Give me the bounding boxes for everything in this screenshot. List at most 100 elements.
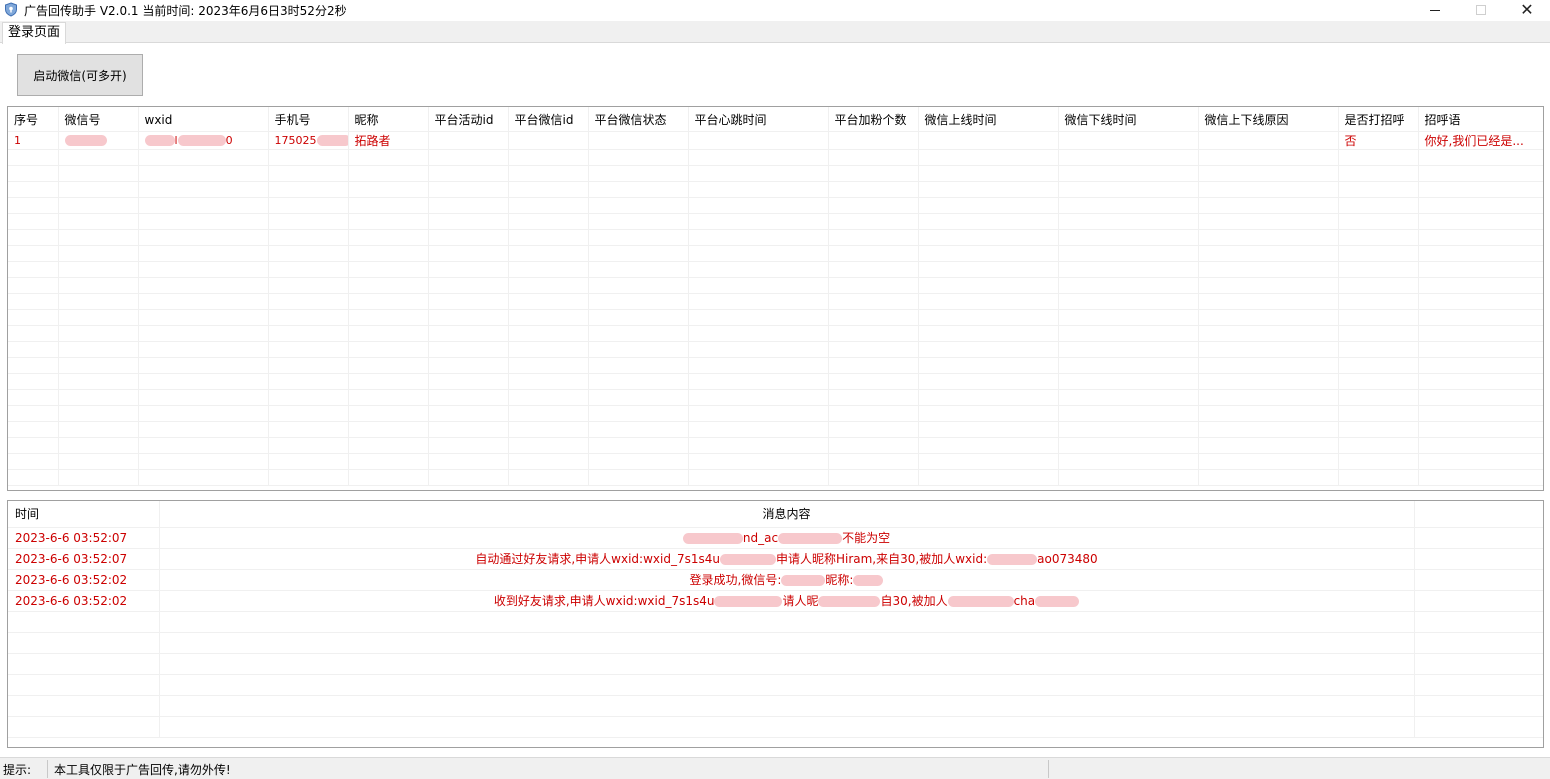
empty-cell xyxy=(918,437,1059,454)
empty-cell xyxy=(348,245,429,262)
column-header[interactable]: 消息内容 xyxy=(159,501,1415,528)
empty-cell xyxy=(508,165,589,182)
empty-row xyxy=(8,373,1543,390)
table-row[interactable]: 1 l0 175025 拓路者 否 你好,我们已经是... xyxy=(8,131,1543,150)
column-header[interactable]: 平台加粉个数 xyxy=(828,107,919,132)
empty-cell xyxy=(348,421,429,438)
empty-cell xyxy=(918,421,1059,438)
empty-cell xyxy=(918,229,1059,246)
launch-wechat-button[interactable]: 启动微信(可多开) xyxy=(17,54,143,96)
empty-cell xyxy=(688,165,829,182)
empty-cell xyxy=(828,165,919,182)
empty-cell xyxy=(428,277,509,294)
empty-cell xyxy=(348,181,429,198)
column-header[interactable]: 手机号 xyxy=(268,107,349,132)
empty-cell xyxy=(688,357,829,374)
empty-cell xyxy=(8,149,59,166)
empty-cell xyxy=(1338,261,1419,278)
message-fragment: 登录成功,微信号: xyxy=(689,573,782,587)
column-header[interactable]: 时间 xyxy=(8,501,160,528)
empty-cell xyxy=(58,453,139,470)
column-header[interactable]: 微信号 xyxy=(58,107,139,132)
table-row[interactable]: 2023-6-6 03:52:07 nd_ac 不能为空 xyxy=(8,527,1543,549)
cell-nickname: 拓路者 xyxy=(348,131,429,150)
log-extra xyxy=(1414,590,1543,612)
empty-cell xyxy=(688,293,829,310)
empty-cell xyxy=(138,437,269,454)
window-title: 广告回传助手 V2.0.1 当前时间: 2023年6月6日3时52分2秒 xyxy=(24,4,347,18)
empty-cell xyxy=(918,389,1059,406)
empty-cell xyxy=(138,389,269,406)
empty-cell xyxy=(1198,213,1339,230)
account-table-panel[interactable]: 序号 微信号 wxid 手机号 昵称 平台活动id 平台微信id 平台微信状态 … xyxy=(7,106,1544,491)
empty-cell xyxy=(1338,357,1419,374)
empty-cell xyxy=(1418,181,1543,198)
empty-cell xyxy=(8,373,59,390)
column-header[interactable]: 微信上线时间 xyxy=(918,107,1059,132)
empty-cell xyxy=(688,325,829,342)
empty-cell xyxy=(8,632,160,654)
empty-cell xyxy=(348,325,429,342)
status-message: 本工具仅限于广告回传,请勿外传! xyxy=(54,763,231,777)
empty-cell xyxy=(918,469,1059,486)
empty-cell xyxy=(1418,277,1543,294)
message-fragment: nd_ac xyxy=(742,531,779,545)
empty-cell xyxy=(588,357,689,374)
log-time: 2023-6-6 03:52:02 xyxy=(8,569,160,591)
column-header[interactable]: 昵称 xyxy=(348,107,429,132)
empty-cell xyxy=(508,357,589,374)
column-header[interactable]: 平台活动id xyxy=(428,107,509,132)
column-header[interactable]: wxid xyxy=(138,107,269,132)
empty-cell xyxy=(138,405,269,422)
empty-cell xyxy=(508,405,589,422)
minimize-button[interactable] xyxy=(1412,0,1458,20)
table-row[interactable]: 2023-6-6 03:52:02 收到好友请求,申请人wxid:wxid_7s… xyxy=(8,590,1543,612)
close-button[interactable]: ✕ xyxy=(1504,0,1550,20)
table-row[interactable]: 2023-6-6 03:52:02 登录成功,微信号: 昵称: xyxy=(8,569,1543,591)
log-table-panel[interactable]: 时间 消息内容 2023-6-6 03:52:07 nd_ac 不能为空 2023… xyxy=(7,500,1544,748)
empty-cell xyxy=(508,325,589,342)
column-header[interactable]: 平台心跳时间 xyxy=(688,107,829,132)
empty-cell xyxy=(1058,197,1199,214)
status-label: 提示: xyxy=(3,763,32,777)
empty-cell xyxy=(268,437,349,454)
empty-cell xyxy=(58,405,139,422)
empty-cell xyxy=(348,469,429,486)
empty-cell xyxy=(348,373,429,390)
redacted-mark xyxy=(682,533,743,544)
empty-cell xyxy=(1338,213,1419,230)
empty-cell xyxy=(428,293,509,310)
column-header[interactable]: 平台微信id xyxy=(508,107,589,132)
redacted-mark xyxy=(719,554,776,565)
empty-cell xyxy=(58,421,139,438)
column-header[interactable]: 微信上下线原因 xyxy=(1198,107,1339,132)
empty-cell xyxy=(268,149,349,166)
tab-login-page[interactable]: 登录页面 xyxy=(2,22,67,44)
empty-cell xyxy=(688,213,829,230)
empty-cell xyxy=(918,309,1059,326)
empty-cell xyxy=(8,293,59,310)
empty-cell xyxy=(1058,309,1199,326)
empty-cell xyxy=(428,261,509,278)
empty-cell xyxy=(1198,405,1339,422)
maximize-icon xyxy=(1476,5,1486,15)
empty-cell xyxy=(268,197,349,214)
empty-cell xyxy=(138,277,269,294)
column-header-empty xyxy=(1414,501,1543,528)
status-separator xyxy=(47,760,48,778)
empty-cell xyxy=(159,653,1415,675)
column-header[interactable]: 微信下线时间 xyxy=(1058,107,1199,132)
empty-cell xyxy=(138,197,269,214)
table-row[interactable]: 2023-6-6 03:52:07 自动通过好友请求,申请人wxid:wxid_… xyxy=(8,548,1543,570)
column-header[interactable]: 是否打招呼 xyxy=(1338,107,1419,132)
empty-cell xyxy=(8,716,160,738)
empty-cell xyxy=(1058,405,1199,422)
empty-cell xyxy=(918,245,1059,262)
column-header[interactable]: 平台微信状态 xyxy=(588,107,689,132)
empty-cell xyxy=(428,325,509,342)
column-header[interactable]: 招呼语 xyxy=(1418,107,1543,132)
maximize-button[interactable] xyxy=(1458,0,1504,20)
column-header[interactable]: 序号 xyxy=(8,107,59,132)
empty-cell xyxy=(268,277,349,294)
empty-cell xyxy=(428,469,509,486)
